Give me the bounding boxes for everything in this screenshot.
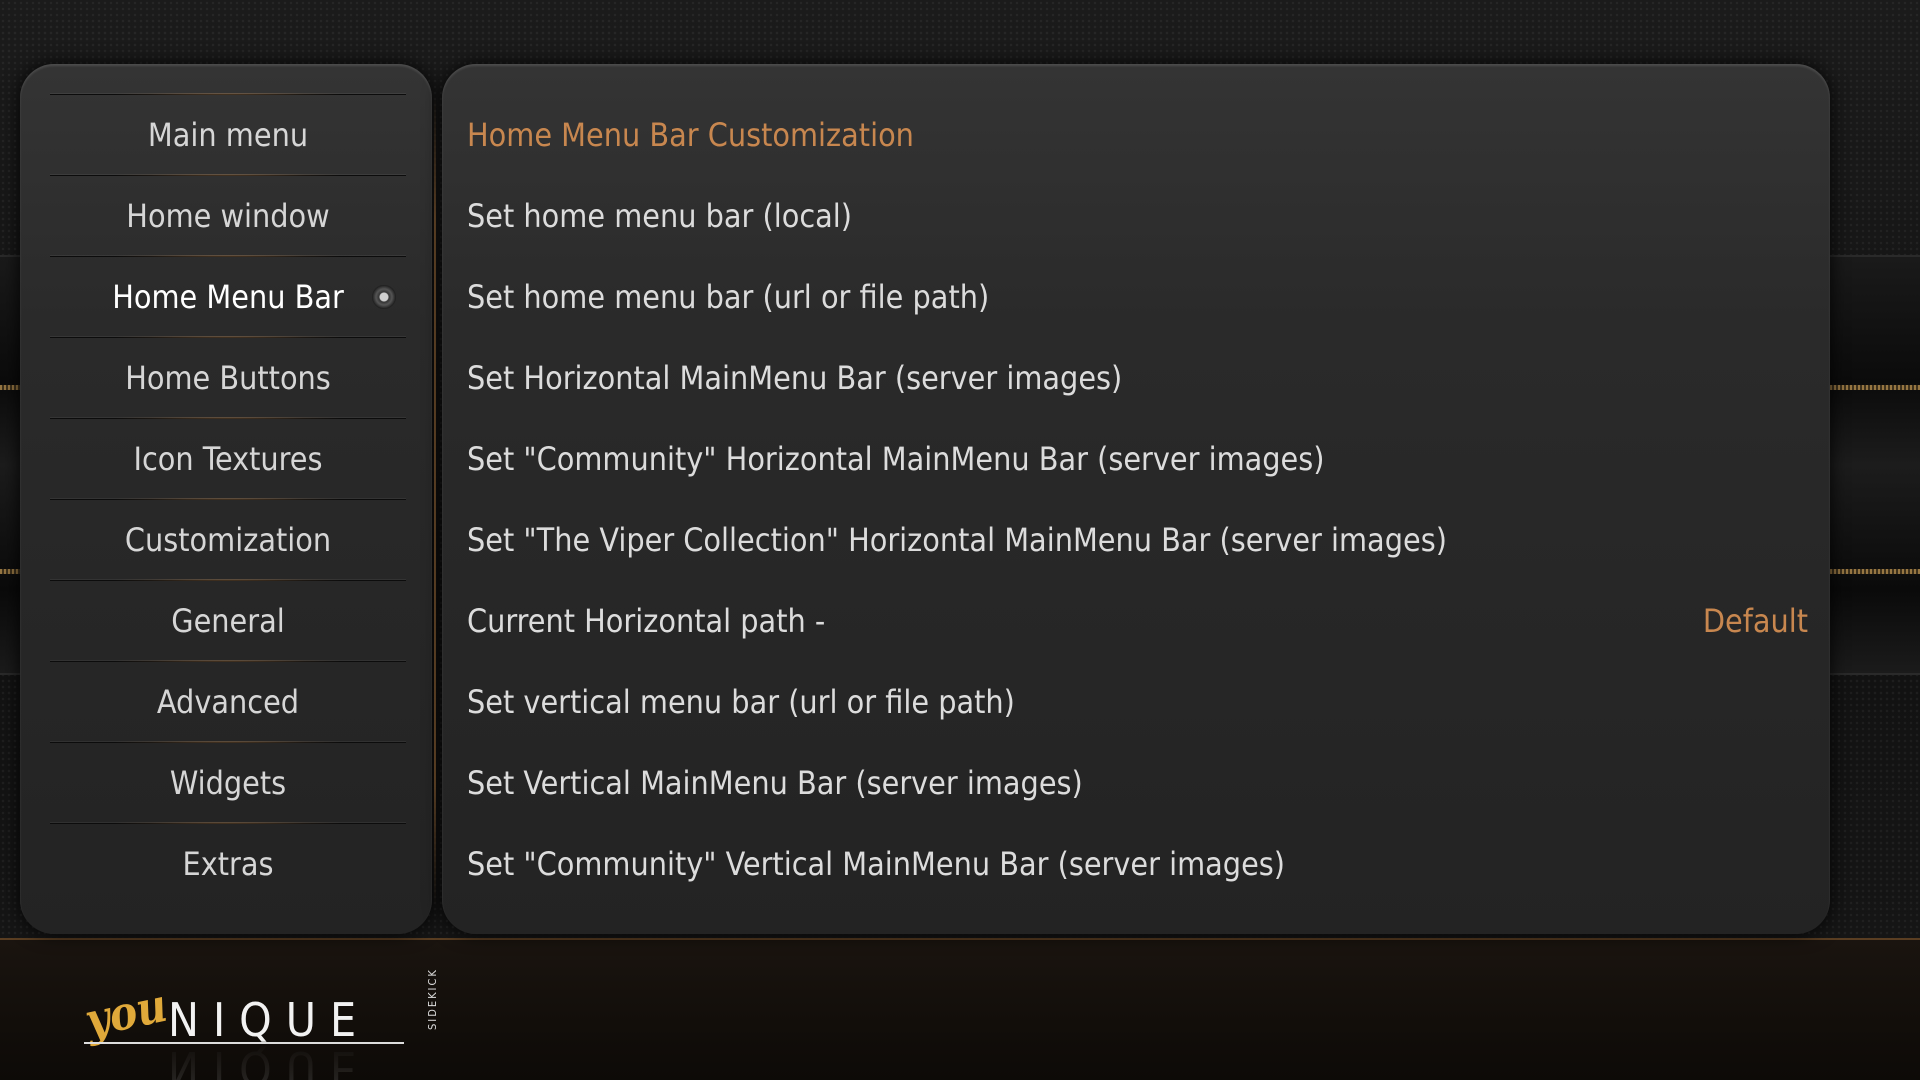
- sidebar-item-home-buttons[interactable]: Home Buttons: [50, 336, 406, 418]
- setting-row-vertical-server-images[interactable]: Set Vertical MainMenu Bar (server images…: [467, 742, 1808, 823]
- setting-label: Set "Community" Horizontal MainMenu Bar …: [467, 439, 1325, 478]
- setting-row-home-menu-bar-local[interactable]: Set home menu bar (local): [467, 175, 1808, 256]
- setting-label: Set vertical menu bar (url or file path): [467, 682, 1015, 721]
- logo-tag: SIDEKICK: [426, 968, 439, 1030]
- sidebar-item-widgets[interactable]: Widgets: [50, 741, 406, 823]
- setting-row-horizontal-server-images[interactable]: Set Horizontal MainMenu Bar (server imag…: [467, 337, 1808, 418]
- setting-row-community-vertical[interactable]: Set "Community" Vertical MainMenu Bar (s…: [467, 823, 1808, 904]
- sidebar-item-label: Customization: [124, 521, 332, 559]
- sidebar-list: Main menu Home window Home Menu Bar Home…: [50, 93, 406, 904]
- setting-label: Set "The Viper Collection" Horizontal Ma…: [467, 520, 1447, 559]
- sidebar-item-label: Widgets: [169, 764, 287, 802]
- sidebar-item-home-window[interactable]: Home window: [50, 174, 406, 256]
- sidebar-item-label: Main menu: [147, 116, 309, 154]
- younique-logo: you NIQUE SIDEKICK NIQUE: [80, 968, 439, 1080]
- setting-row-viper-collection-horizontal[interactable]: Set "The Viper Collection" Horizontal Ma…: [467, 499, 1808, 580]
- settings-sidebar: Main menu Home window Home Menu Bar Home…: [20, 64, 432, 934]
- settings-list: Home Menu Bar Customization Set home men…: [467, 94, 1808, 904]
- setting-row-vertical-menu-bar-url[interactable]: Set vertical menu bar (url or file path): [467, 661, 1808, 742]
- section-header-label: Home Menu Bar Customization: [467, 115, 914, 154]
- sidebar-item-general[interactable]: General: [50, 579, 406, 661]
- sidebar-item-customization[interactable]: Customization: [50, 498, 406, 580]
- setting-value: Default: [1702, 601, 1808, 640]
- sidebar-item-icon-textures[interactable]: Icon Textures: [50, 417, 406, 499]
- sidebar-item-label: Advanced: [156, 683, 300, 721]
- setting-label: Current Horizontal path -: [467, 601, 826, 640]
- panel-divider: [434, 96, 436, 906]
- setting-row-home-menu-bar-url[interactable]: Set home menu bar (url or file path): [467, 256, 1808, 337]
- sidebar-item-label: Home window: [126, 197, 330, 235]
- sidebar-item-main-menu[interactable]: Main menu: [50, 93, 406, 175]
- setting-label: Set "Community" Vertical MainMenu Bar (s…: [467, 844, 1286, 883]
- setting-label: Set Vertical MainMenu Bar (server images…: [467, 763, 1083, 802]
- logo-prefix: you: [80, 978, 172, 1048]
- sidebar-item-label: Extras: [182, 845, 274, 883]
- logo-reflection: NIQUE: [168, 1041, 370, 1080]
- sidebar-item-label: Home Buttons: [125, 359, 331, 397]
- sidebar-item-home-menu-bar[interactable]: Home Menu Bar: [50, 255, 406, 337]
- section-header: Home Menu Bar Customization: [467, 94, 1808, 175]
- sidebar-item-extras[interactable]: Extras: [50, 822, 406, 904]
- setting-label: Set home menu bar (local): [467, 196, 853, 235]
- logo-name: NIQUE: [168, 993, 370, 1047]
- sidebar-item-label: Home Menu Bar: [112, 278, 344, 316]
- sidebar-item-advanced[interactable]: Advanced: [50, 660, 406, 742]
- setting-label: Set Horizontal MainMenu Bar (server imag…: [467, 358, 1123, 397]
- decorative-band-right: [1830, 255, 1920, 675]
- setting-row-current-horizontal-path[interactable]: Current Horizontal path - Default: [467, 580, 1808, 661]
- setting-label: Set home menu bar (url or file path): [467, 277, 990, 316]
- selected-indicator-icon: [372, 285, 396, 309]
- sidebar-item-label: Icon Textures: [133, 440, 323, 478]
- setting-row-community-horizontal[interactable]: Set "Community" Horizontal MainMenu Bar …: [467, 418, 1808, 499]
- settings-content-panel: Home Menu Bar Customization Set home men…: [442, 64, 1830, 934]
- sidebar-item-label: General: [171, 602, 285, 640]
